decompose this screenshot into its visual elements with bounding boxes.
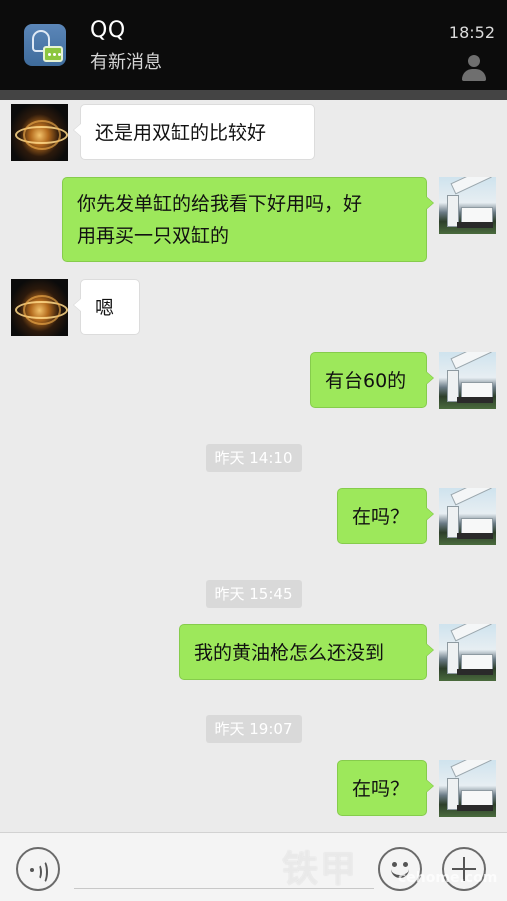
timestamp-divider: 昨天 14:10 xyxy=(205,444,302,472)
my-avatar[interactable] xyxy=(439,760,496,817)
message-bubble-incoming[interactable]: 还是用双缸的比较好 xyxy=(73,104,315,160)
message-bubble-outgoing[interactable]: 在吗？ xyxy=(337,488,434,544)
message-bubble-outgoing[interactable]: 有台60的 xyxy=(310,352,434,408)
my-avatar[interactable] xyxy=(439,488,496,545)
message-text-line: 用再买一只双缸的 xyxy=(77,225,230,247)
message-bubble-outgoing[interactable]: 我的黄油枪怎么还没到 xyxy=(179,624,434,680)
message-text: 嗯 xyxy=(95,297,115,319)
person-icon[interactable] xyxy=(460,55,488,83)
qq-app-icon xyxy=(24,24,66,66)
contact-avatar[interactable] xyxy=(11,279,68,336)
input-bar xyxy=(0,832,507,901)
timestamp-divider: 昨天 15:45 xyxy=(205,580,302,608)
timestamp-divider: 昨天 19:07 xyxy=(205,715,302,743)
my-avatar[interactable] xyxy=(439,177,496,234)
contact-avatar[interactable] xyxy=(11,104,68,161)
notification-subtitle: 有新消息 xyxy=(90,52,162,73)
message-input-field[interactable] xyxy=(74,888,374,889)
message-bubble-incoming[interactable]: 嗯 xyxy=(73,279,140,335)
message-text: 我的黄油枪怎么还没到 xyxy=(194,642,385,664)
notification-banner[interactable]: QQ 有新消息 18:52 xyxy=(0,0,507,90)
my-avatar[interactable] xyxy=(439,624,496,681)
message-bubble-outgoing[interactable]: 在吗？ xyxy=(337,760,434,816)
plus-icon[interactable] xyxy=(442,847,486,891)
message-text-line: 你先发单缸的给我看下好用吗，好 xyxy=(77,193,363,215)
message-text: 有台60的 xyxy=(325,370,407,392)
message-text: 在吗？ xyxy=(352,506,410,528)
message-text: 还是用双缸的比较好 xyxy=(95,122,267,144)
header-divider xyxy=(0,90,507,100)
message-bubble-outgoing[interactable]: 你先发单缸的给我看下好用吗，好 用再买一只双缸的 xyxy=(62,177,434,262)
message-text: 在吗？ xyxy=(352,778,410,800)
my-avatar[interactable] xyxy=(439,352,496,409)
notification-time: 18:52 xyxy=(448,23,495,42)
notification-title: QQ xyxy=(90,18,126,43)
voice-icon[interactable] xyxy=(16,847,60,891)
emoji-icon[interactable] xyxy=(378,847,422,891)
